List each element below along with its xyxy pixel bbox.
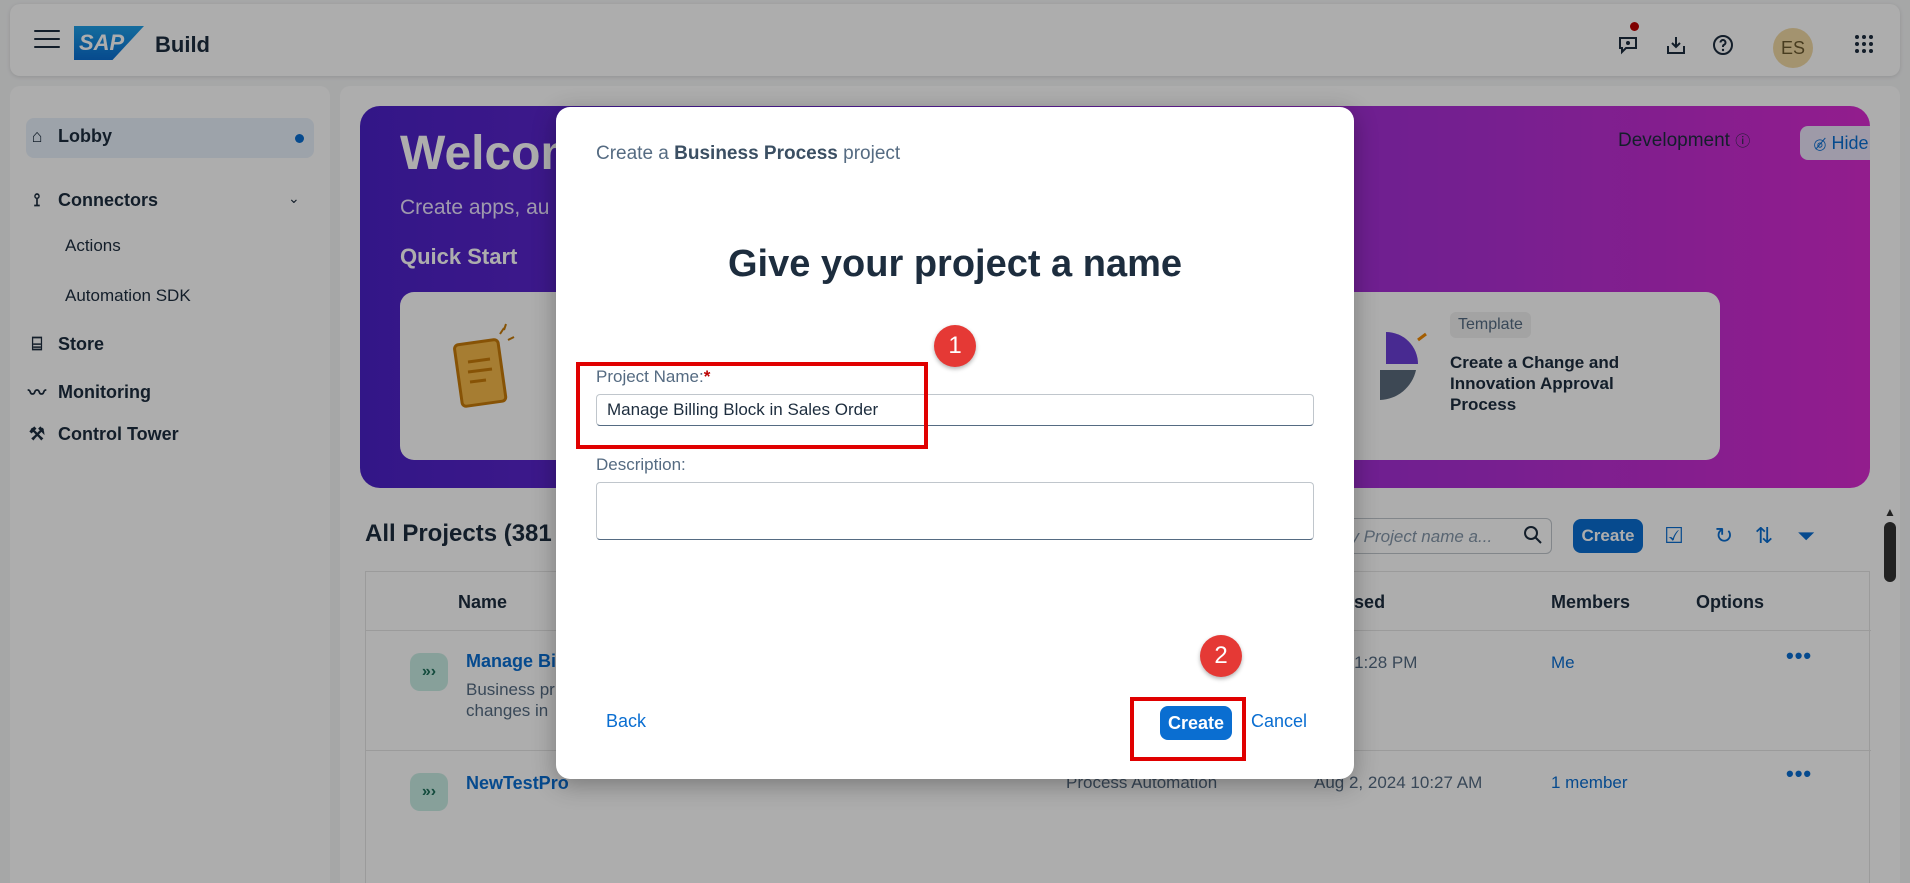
description-label: Description:	[596, 455, 686, 474]
step-marker-1: 1	[934, 325, 976, 367]
cancel-button[interactable]: Cancel	[1251, 711, 1307, 732]
highlight-box-create	[1130, 697, 1246, 761]
header-suffix: project	[837, 143, 901, 164]
header-prefix: Create a	[596, 143, 675, 164]
step-marker-2: 2	[1200, 635, 1242, 677]
dialog-title: Give your project a name	[727, 243, 1183, 285]
description-input[interactable]	[596, 482, 1314, 540]
back-button[interactable]: Back	[606, 711, 646, 732]
dialog-header: Create a Business Process project	[596, 143, 900, 165]
highlight-box-project-name	[576, 362, 928, 449]
header-project-type: Business Process	[674, 143, 838, 164]
